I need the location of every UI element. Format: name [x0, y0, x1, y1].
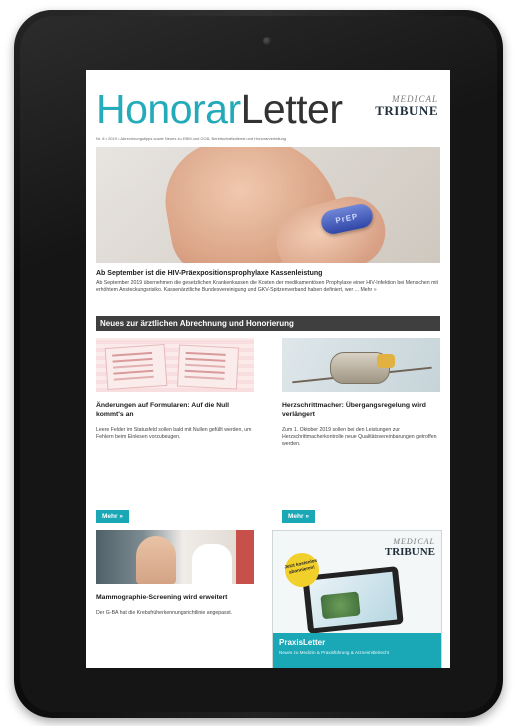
- lead-more-link[interactable]: Mehr »: [360, 287, 376, 293]
- promo-logo: MEDICAL TRIBUNE: [384, 537, 435, 558]
- article-card-forms: Änderungen auf Formularen: Auf die Null …: [96, 338, 254, 441]
- article-card-mammography: Mammographie-Screening wird erweitert De…: [96, 530, 254, 617]
- pacemaker-connector: [377, 354, 395, 368]
- section-title: Neues zur ärztlichen Abrechnung und Hono…: [100, 319, 294, 328]
- hero-image[interactable]: PrEP: [96, 147, 440, 263]
- logo-line2: TRIBUNE: [375, 103, 438, 118]
- section-header: Neues zur ärztlichen Abrechnung und Hono…: [96, 316, 440, 331]
- issue-subline: Nr. 8 • 2019 • Abrechnungstipps sowie Ne…: [96, 136, 287, 141]
- promo-footer: PraxisLetter Neues zu Medizin & Praxisfü…: [273, 633, 441, 668]
- front-camera: [263, 37, 271, 45]
- medical-tribune-logo[interactable]: MEDICAL TRIBUNE: [375, 94, 438, 118]
- article-text: Der G-BA hat die Krebsfrüherkennungsrich…: [96, 610, 233, 616]
- promo-text: Neues zu Medizin & Praxisführung & Arzne…: [279, 650, 390, 655]
- form-sheet: [104, 343, 168, 391]
- patient-figure: [136, 536, 176, 584]
- image-accent: [236, 530, 254, 584]
- newsletter-title: HonorarLetter: [96, 86, 343, 132]
- lead-article-body: Ab September 2019 übernehmen die gesetzl…: [96, 280, 438, 293]
- article-title[interactable]: Änderungen auf Formularen: Auf die Null …: [96, 401, 254, 419]
- promo-tablet-screen: [308, 571, 398, 629]
- mammography-image[interactable]: [96, 530, 254, 584]
- more-button-pacemaker[interactable]: Mehr »: [282, 510, 315, 523]
- brand-part1: Honorar: [96, 86, 241, 132]
- newsletter-screen: HonorarLetter MEDICAL TRIBUNE Nr. 8 • 20…: [86, 70, 450, 668]
- more-button-forms[interactable]: Mehr »: [96, 510, 129, 523]
- brand-part2: Letter: [240, 86, 343, 132]
- lead-article-title[interactable]: Ab September ist die HIV-Präexpositionsp…: [96, 270, 440, 277]
- form-sheet: [176, 344, 240, 390]
- article-card-pacemaker: Herzschrittmacher: Übergangsregelung wir…: [282, 338, 440, 447]
- article-title[interactable]: Herzschrittmacher: Übergangsregelung wir…: [282, 401, 440, 419]
- lead-article-text: Ab September 2019 übernehmen die gesetzl…: [96, 280, 440, 293]
- forms-image[interactable]: [96, 338, 254, 392]
- promo-logo-line2: TRIBUNE: [384, 546, 435, 558]
- pacemaker-image[interactable]: [282, 338, 440, 392]
- article-title[interactable]: Mammographie-Screening wird erweitert: [96, 593, 254, 602]
- masthead: HonorarLetter MEDICAL TRIBUNE: [96, 86, 440, 132]
- article-text: Leere Felder im Statusfeld sollen bald m…: [96, 427, 252, 440]
- doctor-coat: [192, 544, 232, 584]
- promo-title: PraxisLetter: [279, 638, 326, 647]
- praxisletter-promo[interactable]: MEDICAL TRIBUNE Jetzt kostenlos abonnier…: [272, 530, 442, 668]
- article-text: Zum 1. Oktober 2019 sollen bei den Leist…: [282, 427, 437, 447]
